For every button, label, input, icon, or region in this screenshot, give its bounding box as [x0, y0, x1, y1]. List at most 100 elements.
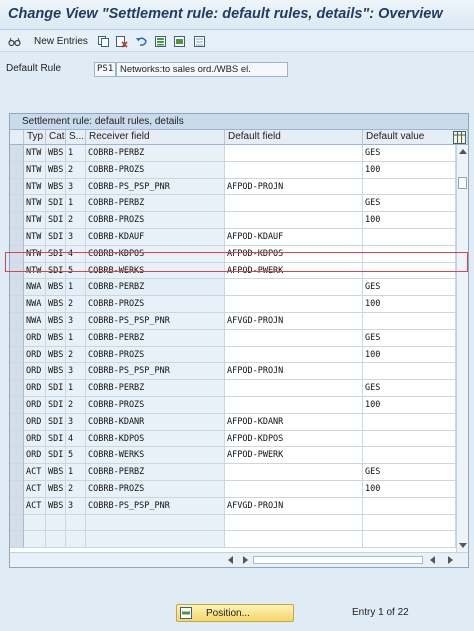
row-selector[interactable]	[10, 329, 24, 347]
row-selector[interactable]	[10, 413, 24, 431]
row-selector[interactable]	[10, 514, 24, 532]
row-selector[interactable]	[10, 262, 24, 280]
cell-default-field[interactable]	[225, 296, 363, 313]
row-selector[interactable]	[10, 161, 24, 179]
new-entries-button[interactable]: New Entries	[30, 33, 88, 49]
row-selector[interactable]	[10, 497, 24, 515]
col-selector-header[interactable]	[10, 130, 24, 145]
table-row[interactable]: ORD SDI 3 COBRB-KDANR AFPOD-KDANR	[10, 413, 456, 431]
cell-default-value[interactable]: GES	[363, 380, 456, 397]
scroll-track[interactable]	[253, 556, 423, 564]
cell-default-value[interactable]	[363, 514, 456, 532]
select-block-button[interactable]	[173, 33, 186, 49]
cell-default-field[interactable]: AFVGD-PROJN	[225, 312, 363, 330]
scroll-left-icon[interactable]	[228, 556, 233, 564]
cell-default-value[interactable]	[363, 447, 456, 465]
row-selector[interactable]	[10, 531, 24, 549]
cell-default-field[interactable]	[225, 212, 363, 229]
table-row[interactable]: ACT WBS 3 COBRB-PS_PSP_PNR AFVGD-PROJN	[10, 497, 456, 515]
cell-default-value[interactable]	[363, 413, 456, 431]
cell-default-field[interactable]	[225, 161, 363, 179]
table-row[interactable]: NWA WBS 2 COBRB-PROZS 100	[10, 296, 456, 313]
cell-default-field[interactable]	[225, 396, 363, 414]
row-selector[interactable]	[10, 245, 24, 263]
row-selector[interactable]	[10, 178, 24, 196]
table-row[interactable]: NTW SDI 3 COBRB-KDAUF AFPOD-KDAUF	[10, 228, 456, 246]
cell-default-field[interactable]: AFPOD-PWERK	[225, 447, 363, 465]
cell-default-field[interactable]	[225, 195, 363, 213]
cell-default-value[interactable]: GES	[363, 279, 456, 297]
table-row[interactable]: NTW WBS 1 COBRB-PERBZ GES	[10, 145, 456, 162]
row-selector[interactable]	[10, 396, 24, 414]
position-button[interactable]: Position...	[176, 604, 294, 622]
col-header-cat[interactable]: Cat	[46, 130, 66, 145]
table-row[interactable]: NTW SDI 2 COBRB-PROZS 100	[10, 212, 456, 229]
cell-default-value[interactable]	[363, 430, 456, 448]
cell-default-field[interactable]: AFPOD-KDANR	[225, 413, 363, 431]
scroll-right-icon[interactable]	[448, 556, 453, 564]
table-row[interactable]: ACT WBS 1 COBRB-PERBZ GES	[10, 464, 456, 481]
select-all-button[interactable]	[154, 33, 167, 49]
table-row[interactable]: ORD SDI 1 COBRB-PERBZ GES	[10, 380, 456, 397]
table-row[interactable]: ORD WBS 2 COBRB-PROZS 100	[10, 346, 456, 364]
table-row[interactable]: NTW SDI 5 COBRB-WERKS AFPOD-PWERK	[10, 262, 456, 280]
table-row[interactable]: ORD WBS 1 COBRB-PERBZ GES	[10, 329, 456, 347]
table-settings-icon[interactable]	[453, 131, 466, 144]
scroll-up-icon[interactable]	[459, 149, 467, 154]
cell-default-field[interactable]	[225, 531, 363, 549]
table-row[interactable]: ORD WBS 3 COBRB-PS_PSP_PNR AFPOD-PROJN	[10, 363, 456, 381]
table-row[interactable]: ACT WBS 2 COBRB-PROZS 100	[10, 480, 456, 498]
table-row[interactable]: ORD SDI 4 COBRB-KDPOS AFPOD-KDPOS	[10, 430, 456, 448]
horizontal-scrollbar[interactable]	[10, 552, 468, 567]
undo-button[interactable]	[135, 33, 148, 49]
cell-default-field[interactable]	[225, 464, 363, 481]
col-header-receiver-field[interactable]: Receiver field	[86, 130, 225, 145]
display-change-button[interactable]	[8, 33, 21, 49]
cell-default-value[interactable]: 100	[363, 346, 456, 364]
cell-default-value[interactable]	[363, 497, 456, 515]
cell-default-value[interactable]	[363, 312, 456, 330]
table-row[interactable]: NTW WBS 2 COBRB-PROZS 100	[10, 161, 456, 179]
cell-default-field[interactable]	[225, 480, 363, 498]
cell-default-field[interactable]: AFPOD-KDAUF	[225, 228, 363, 246]
scroll-down-icon[interactable]	[459, 543, 467, 548]
row-selector[interactable]	[10, 145, 24, 162]
table-row[interactable]: NTW SDI 4 COBRB-KDPOS AFPOD-KDPOS	[10, 245, 456, 263]
cell-default-field[interactable]: AFPOD-PROJN	[225, 363, 363, 381]
table-row[interactable]: NTW SDI 1 COBRB-PERBZ GES	[10, 195, 456, 213]
row-selector[interactable]	[10, 279, 24, 297]
cell-default-field[interactable]: AFPOD-PWERK	[225, 262, 363, 280]
table-row[interactable]: NWA WBS 1 COBRB-PERBZ GES	[10, 279, 456, 297]
cell-default-value[interactable]	[363, 262, 456, 280]
cell-default-value[interactable]	[363, 178, 456, 196]
cell-default-value[interactable]: 100	[363, 161, 456, 179]
table-row[interactable]: NWA WBS 3 COBRB-PS_PSP_PNR AFVGD-PROJN	[10, 312, 456, 330]
delete-button[interactable]	[115, 33, 128, 49]
vertical-scrollbar[interactable]	[456, 145, 468, 552]
row-selector[interactable]	[10, 430, 24, 448]
table-row[interactable]	[10, 531, 456, 549]
table-row[interactable]: ORD SDI 5 COBRB-WERKS AFPOD-PWERK	[10, 447, 456, 465]
cell-default-field[interactable]: AFPOD-KDPOS	[225, 430, 363, 448]
row-selector[interactable]	[10, 380, 24, 397]
cell-default-value[interactable]	[363, 228, 456, 246]
scroll-thumb[interactable]	[458, 177, 467, 189]
cell-default-value[interactable]: GES	[363, 145, 456, 162]
cell-default-value[interactable]: 100	[363, 396, 456, 414]
cell-default-field[interactable]: AFVGD-PROJN	[225, 497, 363, 515]
table-row[interactable]: ORD SDI 2 COBRB-PROZS 100	[10, 396, 456, 414]
cell-default-field[interactable]	[225, 279, 363, 297]
scroll-left-icon[interactable]	[430, 556, 435, 564]
row-selector[interactable]	[10, 447, 24, 465]
cell-default-field[interactable]	[225, 514, 363, 532]
cell-default-value[interactable]	[363, 531, 456, 549]
cell-default-field[interactable]	[225, 145, 363, 162]
row-selector[interactable]	[10, 296, 24, 313]
cell-default-value[interactable]: 100	[363, 480, 456, 498]
scroll-right-icon[interactable]	[243, 556, 248, 564]
cell-default-field[interactable]	[225, 346, 363, 364]
row-selector[interactable]	[10, 480, 24, 498]
table-row[interactable]: NTW WBS 3 COBRB-PS_PSP_PNR AFPOD-PROJN	[10, 178, 456, 196]
cell-default-field[interactable]: AFPOD-KDPOS	[225, 245, 363, 263]
row-selector[interactable]	[10, 363, 24, 381]
